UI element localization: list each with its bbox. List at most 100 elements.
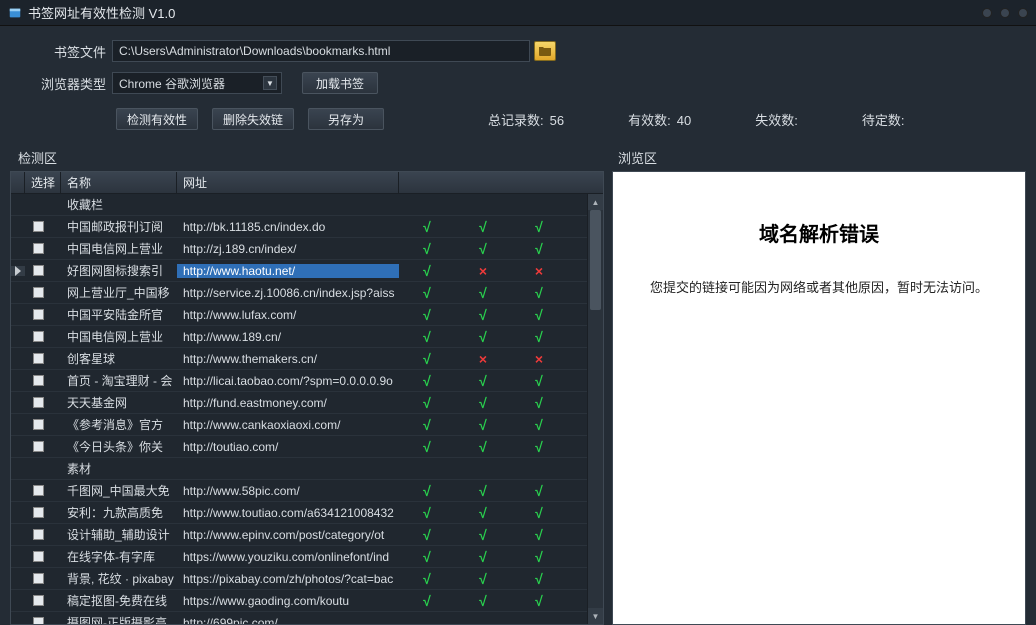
- scroll-up-button[interactable]: ▲: [588, 194, 603, 210]
- row-check: √: [455, 439, 511, 455]
- save-as-button[interactable]: 另存为: [308, 108, 384, 130]
- scroll-thumb[interactable]: [590, 210, 601, 310]
- row-checkbox[interactable]: [33, 573, 44, 584]
- scroll-track[interactable]: [588, 210, 603, 608]
- row-check: √: [399, 373, 455, 389]
- row-checkbox[interactable]: [33, 221, 44, 232]
- col-select[interactable]: 选择: [25, 172, 61, 193]
- row-url: http://zj.189.cn/index/: [177, 242, 399, 256]
- row-checkbox-cell: [25, 353, 61, 364]
- row-checkbox-cell: [25, 375, 61, 386]
- row-name: 网上营业厅_中国移: [61, 284, 177, 301]
- row-checkbox[interactable]: [33, 419, 44, 430]
- table-row[interactable]: 在线字体-有字库https://www.youziku.com/onlinefo…: [11, 546, 603, 568]
- row-checkbox-cell: [25, 551, 61, 562]
- row-checkbox-cell: [25, 595, 61, 606]
- browse-button[interactable]: [534, 41, 556, 61]
- row-check: √: [455, 285, 511, 301]
- row-check: √: [511, 505, 567, 521]
- table-row[interactable]: 《今日头条》你关http://toutiao.com/√√√: [11, 436, 603, 458]
- row-check: √: [511, 219, 567, 235]
- row-check: √: [399, 329, 455, 345]
- table-row[interactable]: 中国电信网上营业http://zj.189.cn/index/√√√: [11, 238, 603, 260]
- table-row[interactable]: 背景, 花纹 · pixabayhttps://pixabay.com/zh/p…: [11, 568, 603, 590]
- scrollbar[interactable]: ▲ ▼: [587, 194, 603, 624]
- bookmark-file-input[interactable]: [112, 40, 530, 62]
- row-checkbox[interactable]: [33, 243, 44, 254]
- maximize-button[interactable]: [1000, 8, 1010, 18]
- preview-panel-label: 浏览区: [618, 148, 657, 167]
- row-check: √: [455, 549, 511, 565]
- row-check: √: [399, 439, 455, 455]
- row-checkbox[interactable]: [33, 617, 44, 624]
- list-header: 选择 名称 网址: [11, 172, 603, 194]
- table-row[interactable]: 收藏栏: [11, 194, 603, 216]
- table-row[interactable]: 素材: [11, 458, 603, 480]
- row-check: √: [511, 549, 567, 565]
- row-name: 中国电信网上营业: [61, 328, 177, 345]
- row-checkbox[interactable]: [33, 507, 44, 518]
- row-check: √: [511, 373, 567, 389]
- row-url: http://service.zj.10086.cn/index.jsp?ais…: [177, 286, 399, 300]
- row-check: √: [455, 571, 511, 587]
- table-row[interactable]: 稿定抠图-免费在线https://www.gaoding.com/koutu√√…: [11, 590, 603, 612]
- row-checkbox[interactable]: [33, 265, 44, 276]
- table-row[interactable]: 创客星球http://www.themakers.cn/√××: [11, 348, 603, 370]
- row-check: √: [511, 417, 567, 433]
- row-check: √: [511, 395, 567, 411]
- row-checkbox[interactable]: [33, 441, 44, 452]
- delete-invalid-button[interactable]: 删除失效链: [212, 108, 294, 130]
- browser-select[interactable]: Chrome 谷歌浏览器 ▼: [112, 72, 282, 94]
- row-checkbox[interactable]: [33, 375, 44, 386]
- row-url: http://toutiao.com/: [177, 440, 399, 454]
- table-row[interactable]: 好图网图标搜索引http://www.haotu.net/√××: [11, 260, 603, 282]
- row-checkbox-cell: [25, 441, 61, 452]
- table-row[interactable]: 网上营业厅_中国移http://service.zj.10086.cn/inde…: [11, 282, 603, 304]
- load-bookmarks-button[interactable]: 加载书签: [302, 72, 378, 94]
- row-url: http://www.189.cn/: [177, 330, 399, 344]
- scroll-down-button[interactable]: ▼: [588, 608, 603, 624]
- row-check: √: [399, 483, 455, 499]
- table-row[interactable]: 天天基金网http://fund.eastmoney.com/√√√: [11, 392, 603, 414]
- row-name: 天天基金网: [61, 394, 177, 411]
- minimize-button[interactable]: [982, 8, 992, 18]
- row-check: ×: [511, 351, 567, 367]
- close-button[interactable]: [1018, 8, 1028, 18]
- title-bar: 书签网址有效性检测 V1.0: [0, 0, 1036, 26]
- table-row[interactable]: 中国邮政报刊订阅http://bk.11185.cn/index.do√√√: [11, 216, 603, 238]
- row-checkbox[interactable]: [33, 287, 44, 298]
- row-url: https://www.youziku.com/onlinefont/ind: [177, 550, 399, 564]
- table-row[interactable]: 中国平安陆金所官http://www.lufax.com/√√√: [11, 304, 603, 326]
- row-checkbox[interactable]: [33, 397, 44, 408]
- row-check: √: [511, 527, 567, 543]
- row-checkbox[interactable]: [33, 551, 44, 562]
- table-row[interactable]: 设计辅助_辅助设计http://www.epinv.com/post/categ…: [11, 524, 603, 546]
- row-check: √: [455, 505, 511, 521]
- row-checkbox[interactable]: [33, 529, 44, 540]
- row-checkbox[interactable]: [33, 595, 44, 606]
- row-check: √: [455, 241, 511, 257]
- table-row[interactable]: 首页 - 淘宝理财 - 会http://licai.taobao.com/?sp…: [11, 370, 603, 392]
- col-url[interactable]: 网址: [177, 172, 399, 193]
- row-check: √: [399, 571, 455, 587]
- row-name: 设计辅助_辅助设计: [61, 526, 177, 543]
- row-checkbox[interactable]: [33, 331, 44, 342]
- row-check: √: [399, 241, 455, 257]
- row-url: http://www.cankaoxiaoxi.com/: [177, 418, 399, 432]
- table-row[interactable]: 千图网_中国最大免http://www.58pic.com/√√√: [11, 480, 603, 502]
- table-row[interactable]: 《参考消息》官方http://www.cankaoxiaoxi.com/√√√: [11, 414, 603, 436]
- stats: 总记录数:56 有效数:40 失效数: 待定数:: [488, 110, 904, 129]
- row-name: 中国平安陆金所官: [61, 306, 177, 323]
- row-url: https://www.gaoding.com/koutu: [177, 594, 399, 608]
- row-check: √: [511, 571, 567, 587]
- table-row[interactable]: 中国电信网上营业http://www.189.cn/√√√: [11, 326, 603, 348]
- check-validity-button[interactable]: 检测有效性: [116, 108, 198, 130]
- list-panel: 选择 名称 网址 收藏栏中国邮政报刊订阅http://bk.11185.cn/i…: [10, 171, 604, 625]
- row-checkbox[interactable]: [33, 309, 44, 320]
- table-row[interactable]: 安利：九款高质免http://www.toutiao.com/a63412100…: [11, 502, 603, 524]
- col-name[interactable]: 名称: [61, 172, 177, 193]
- row-check: √: [455, 307, 511, 323]
- row-checkbox-cell: [25, 221, 61, 232]
- row-checkbox[interactable]: [33, 485, 44, 496]
- row-checkbox[interactable]: [33, 353, 44, 364]
